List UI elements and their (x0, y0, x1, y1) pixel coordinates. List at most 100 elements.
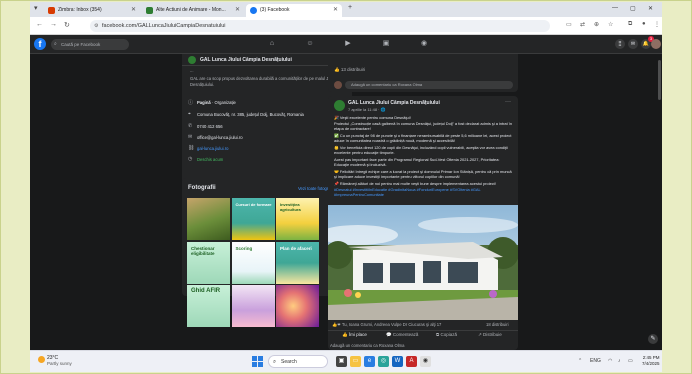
post-time[interactable]: 7 aprilie la 11:48 · 🌐 (348, 107, 386, 112)
back-icon[interactable]: ← (36, 21, 43, 28)
comment-label: Comentează (392, 332, 419, 337)
bookmark-star-icon[interactable]: ☆ (608, 21, 613, 28)
close-icon[interactable]: ✕ (333, 4, 338, 17)
photo-tile[interactable] (231, 285, 275, 327)
menu-icon[interactable]: ⋮ (654, 21, 660, 28)
tray-chevron-icon[interactable]: ⌃ (578, 358, 582, 364)
language-indicator[interactable]: ENG (590, 358, 601, 364)
share-button[interactable]: ↗ Distribuie (478, 332, 502, 338)
photo-tile[interactable]: Cursuri de formare (231, 198, 275, 240)
gaming-icon[interactable]: ◉ (419, 39, 429, 49)
file-explorer-icon[interactable]: ▭ (350, 356, 361, 367)
app-icon[interactable]: ◎ (378, 356, 389, 367)
close-window-icon[interactable]: ✕ (648, 5, 653, 12)
new-tab-button[interactable]: + (348, 4, 352, 11)
wifi-icon[interactable]: ◠ (608, 358, 612, 364)
share-count: 13 distribuiri (340, 67, 366, 72)
marketplace-icon[interactable]: ▣ (381, 39, 391, 49)
avatar[interactable] (334, 100, 345, 111)
windows-start-icon[interactable] (252, 356, 263, 367)
reactions-text: Tu, Ioana Grumi, Andreea Vulpe Dr Ciucur… (341, 322, 442, 327)
post-actions: 👍 Îmi place 💬 Comentează ⧉ Copiază ↗ Dis… (328, 330, 518, 340)
photo-grid: Cursuri de formare Investiţiea agricultu… (187, 198, 319, 327)
website-link[interactable]: gal-lunca.jiului.ro (197, 146, 228, 151)
photo-caption: Scoring (235, 245, 253, 251)
post-hashtags[interactable]: #Desnatui #InvestitiiInEducatie #Gradini… (334, 187, 514, 197)
chrome-icon[interactable]: ◉ (420, 356, 431, 367)
profile-icon[interactable]: ● (642, 21, 646, 27)
task-view-icon[interactable]: ▣ (336, 356, 347, 367)
browser-tab[interactable]: Zimbra: Inbox (354) ✕ (44, 4, 140, 17)
taskbar-clock[interactable]: 2:45 PM 7/4/2025 (642, 355, 660, 367)
maximize-icon[interactable]: ▢ (630, 5, 636, 12)
comment-input[interactable]: Adaugă un comentariu ca Roxana Olma (345, 81, 513, 89)
like-label: Îmi place (348, 332, 367, 337)
photo-tile[interactable]: Scoring (231, 241, 275, 284)
tab-list-icon[interactable]: ▾ (34, 4, 38, 12)
post-image-kindergarten-render[interactable] (328, 205, 518, 320)
battery-icon[interactable]: ▭ (628, 358, 633, 364)
photo-tile[interactable]: Ghid AFIR (187, 285, 230, 327)
post-text-line: Acest pas important face parte din Progr… (334, 157, 500, 167)
url-field[interactable]: ⚙ facebook.com/GALLuncaJiuluiCampiaDesna… (90, 20, 550, 32)
browser-tab-active[interactable]: (3) Facebook ✕ (246, 4, 342, 17)
like-icon[interactable]: 👍 (334, 67, 340, 72)
more-options-icon[interactable]: ··· (505, 99, 511, 105)
video-icon[interactable]: ▶ (343, 39, 353, 49)
photo-tile[interactable]: Plan de afaceri (276, 241, 319, 284)
zimbra-favicon-icon (48, 7, 55, 14)
clock-icon: ◷ (188, 156, 193, 162)
close-icon[interactable]: ✕ (131, 4, 136, 17)
previous-post-actions: 👍 13 distribuiri (334, 67, 365, 73)
forward-icon[interactable]: → (50, 21, 57, 28)
photo-tile[interactable] (276, 285, 319, 327)
tab-label: Alte Actiuni de Animare - Mon... (156, 7, 226, 13)
zoom-icon[interactable]: ⊕ (594, 21, 599, 28)
like-button[interactable]: 👍 Îmi place (342, 332, 367, 338)
photo-tile[interactable] (187, 198, 230, 240)
notifications-icon[interactable]: 🔔 3 (641, 36, 654, 49)
new-message-icon[interactable]: ✎ (648, 334, 658, 344)
page-name[interactable]: GAL Lunca Jiului Câmpia Desnățuiului (200, 57, 292, 63)
scrollbar[interactable] (658, 60, 661, 100)
reload-icon[interactable]: ↻ (64, 21, 70, 29)
close-icon[interactable]: ✕ (235, 4, 240, 17)
photo-tile[interactable]: Investiţiea agricultura (276, 198, 319, 240)
extensions-icon[interactable]: ⧉ (628, 21, 632, 28)
post-text-line: 📌 Rămâneţi alături de noi pentru mai mul… (334, 181, 496, 186)
shares-count[interactable]: 18 distribuiri (486, 322, 509, 327)
address-text: Comuna Bucovăț, nr. 385, județul Dolj, B… (197, 112, 304, 117)
intro-email: ✉ office@gal-lunca.jiului.ro (188, 134, 343, 140)
avatar[interactable] (651, 39, 661, 49)
browser-tab[interactable]: Alte Actiuni de Animare - Mon... ✕ (142, 4, 244, 17)
taskbar-search[interactable]: ⌕ Search (268, 355, 328, 368)
photos-title: Fotografii (188, 185, 216, 191)
home-icon[interactable]: ⌂ (267, 39, 277, 49)
minimize-icon[interactable]: — (612, 5, 618, 11)
facebook-logo[interactable]: f (34, 38, 46, 50)
site-info-icon[interactable]: ⚙ (94, 20, 98, 32)
like-reaction-icon: 👍❤ (332, 322, 341, 327)
open-status[interactable]: Deschis acum (197, 157, 223, 162)
info-icon: ⓘ (188, 100, 194, 106)
menu-grid-icon[interactable]: ⣿ (615, 39, 625, 49)
post-author[interactable]: GAL Lunca Jiului Câmpia Desnățuiului (348, 100, 440, 106)
volume-icon[interactable]: ♪ (618, 358, 621, 364)
translate-icon[interactable]: ⇄ (580, 21, 585, 28)
edge-icon[interactable]: e (364, 356, 375, 367)
cast-icon[interactable]: ▭ (566, 21, 572, 28)
weather-widget[interactable]: 23°C Partly sunny (38, 355, 72, 367)
reactions-summary[interactable]: 👍❤ Tu, Ioana Grumi, Andreea Vulpe Dr Ciu… (332, 322, 441, 328)
pdf-icon[interactable]: A (406, 356, 417, 367)
sticky-page-header: GAL Lunca Jiului Câmpia Desnățuiului (182, 54, 352, 66)
facebook-search-input[interactable]: ⌕ Caută pe Facebook (51, 39, 129, 50)
copy-button[interactable]: ⧉ Copiază (436, 332, 457, 337)
comment-button[interactable]: 💬 Comentează (386, 332, 418, 338)
search-placeholder: Caută pe Facebook (61, 42, 101, 47)
photo-tile[interactable]: Chestionar eligibilitate (187, 241, 230, 284)
word-icon[interactable]: W (392, 356, 403, 367)
email-text[interactable]: office@gal-lunca.jiului.ro (197, 135, 243, 140)
post-comment-input[interactable]: Adaugă un comentariu ca Roxana Olma (330, 343, 405, 348)
friends-icon[interactable]: ☺ (305, 39, 315, 49)
messenger-icon[interactable]: ✉ (628, 39, 638, 49)
